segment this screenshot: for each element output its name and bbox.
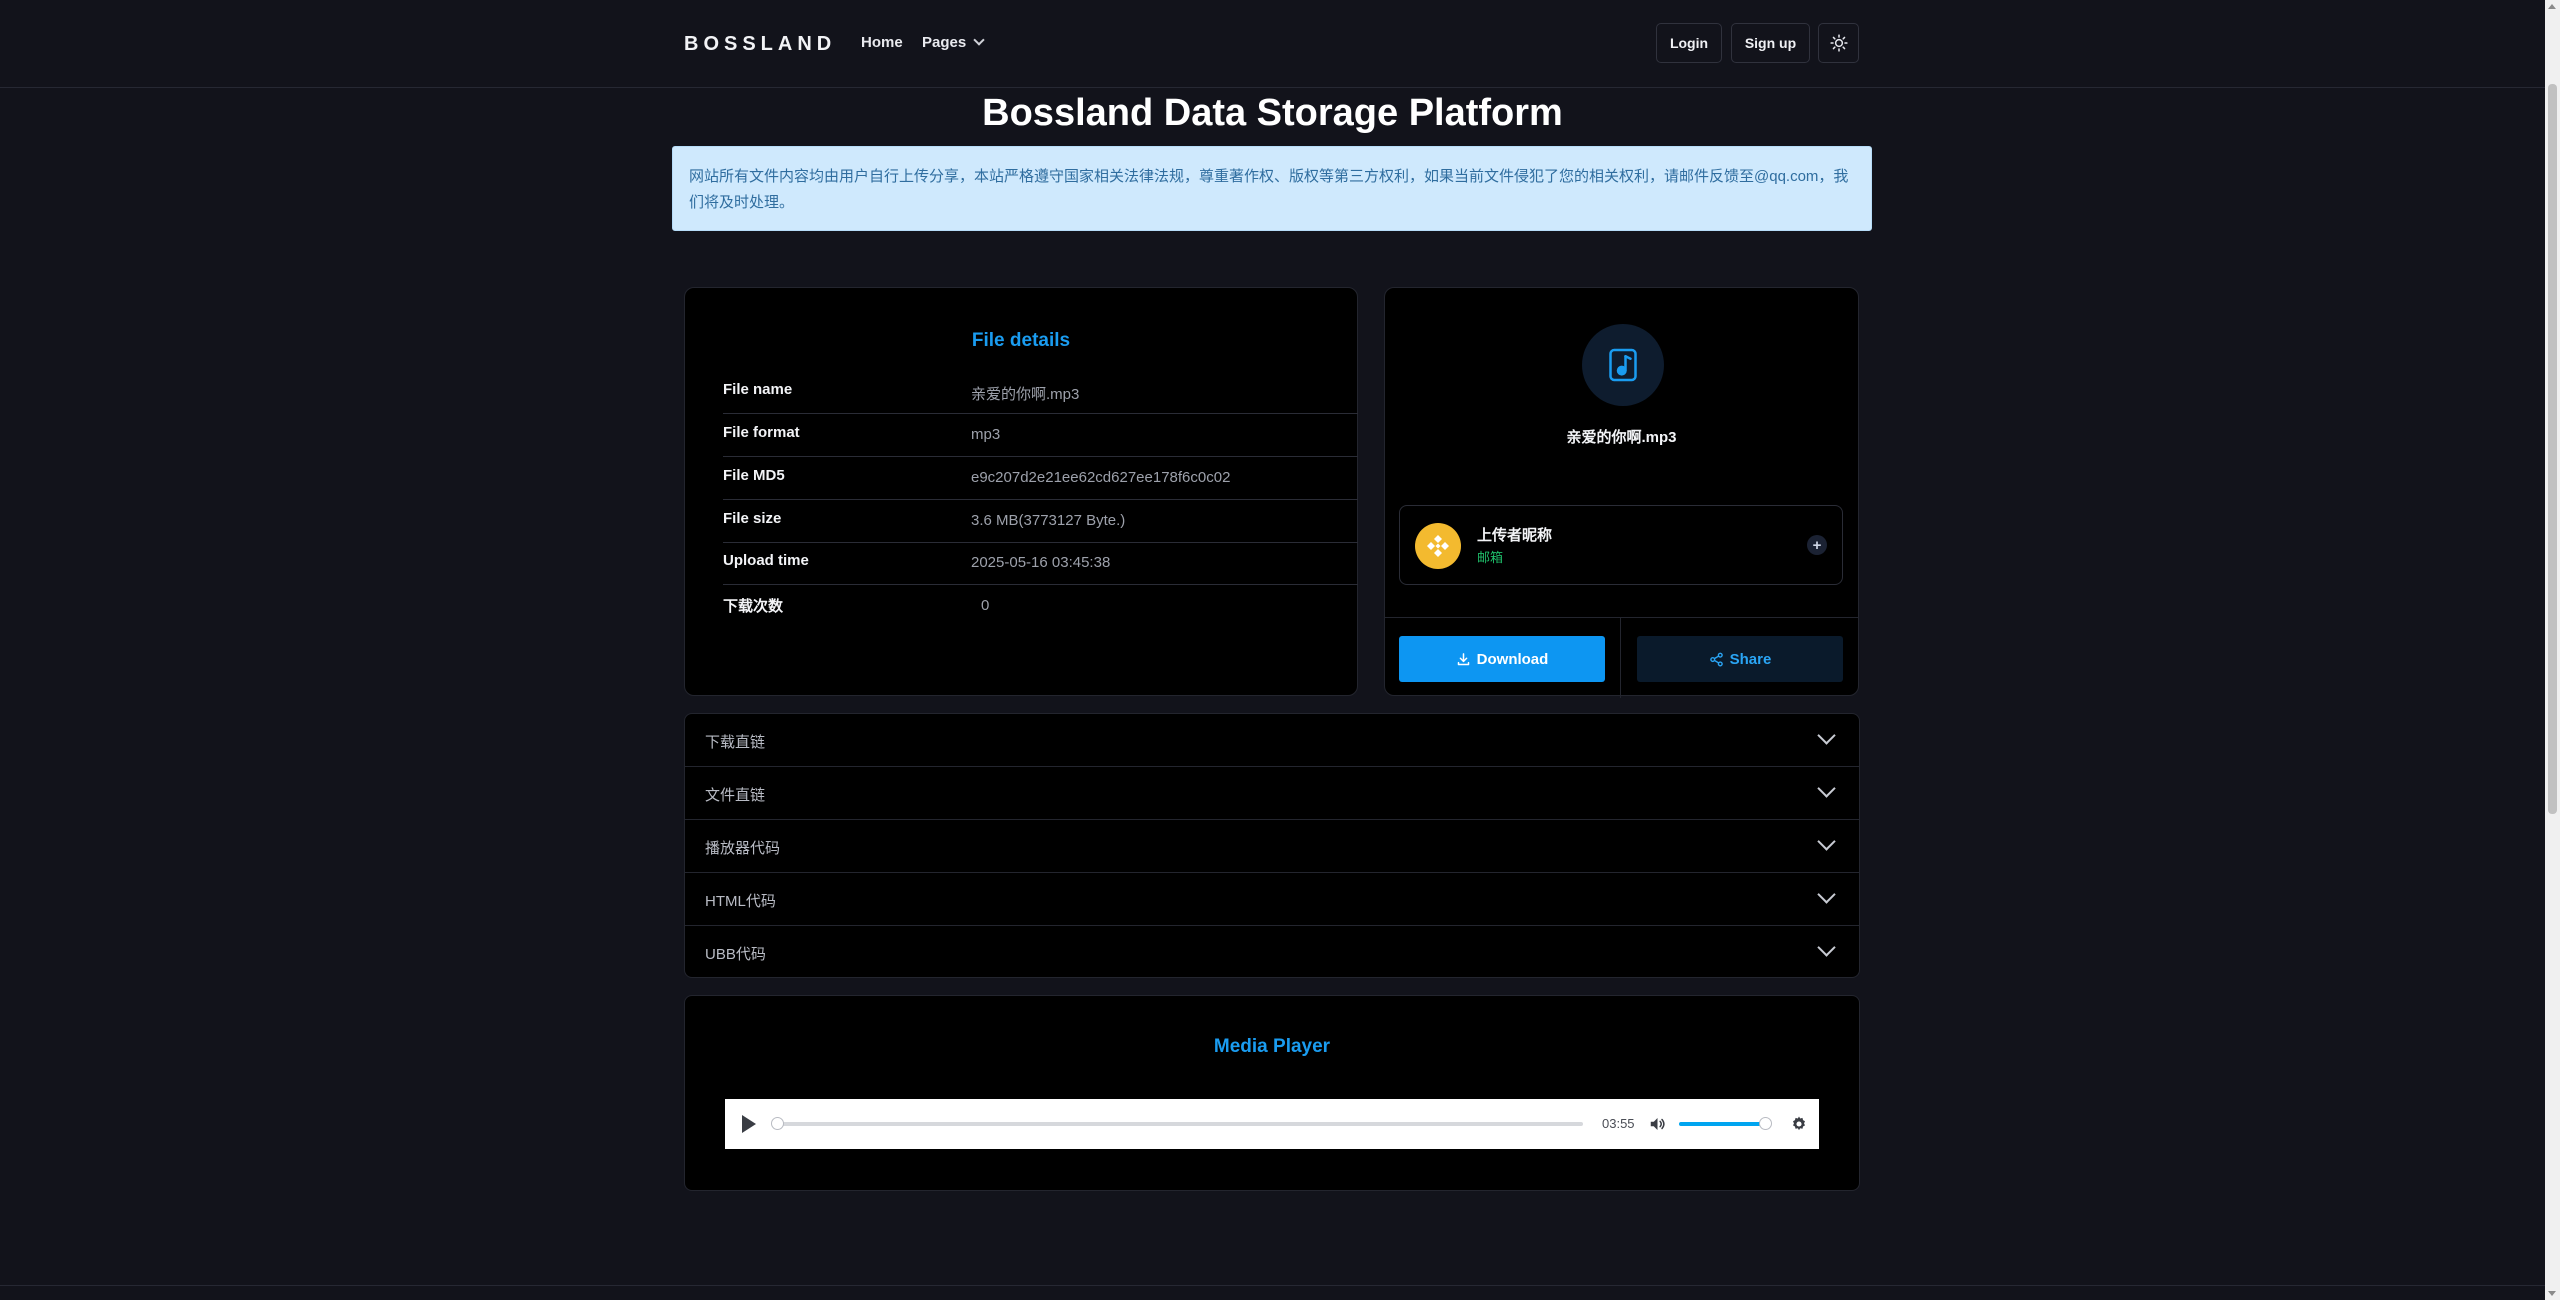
login-button[interactable]: Login [1656,23,1722,63]
file-name-heading: 亲爱的你啊.mp3 [1566,429,1677,446]
navbar: BOSSLAND Home Pages Login Sign up [0,0,2545,88]
signup-button[interactable]: Sign up [1731,23,1810,63]
detail-value: 2025-05-16 03:45:38 [971,554,1111,571]
detail-label: File size [723,510,782,527]
nav-pages-label: Pages [922,34,967,51]
file-details-title: File details [971,330,1071,351]
accordion-item-ubb-code[interactable]: UBB代码 [685,926,1859,977]
chevron-down-icon [1817,832,1836,851]
avatar[interactable] [1415,523,1461,569]
detail-row-file-size: File size 3.6 MB(3773127 Byte.) [723,500,1358,543]
scroll-up-icon[interactable] [2548,4,2556,9]
detail-value: 3.6 MB(3773127 Byte.) [971,512,1126,529]
download-icon [1457,652,1469,665]
share-icon [1709,652,1723,666]
accordion-item-player-code[interactable]: 播放器代码 [685,820,1859,873]
share-button[interactable]: Share [1637,636,1843,682]
binance-logo-icon [1427,535,1449,557]
chevron-down-icon [1817,726,1836,745]
play-icon[interactable] [742,1115,756,1133]
accordion-item-html-code[interactable]: HTML代码 [685,873,1859,926]
detail-value: 亲爱的你啊.mp3 [971,386,1080,403]
accordion-label: UBB代码 [705,946,766,963]
scrollbar-thumb[interactable] [2548,84,2557,814]
chevron-down-icon [1817,938,1836,957]
footer-divider [0,1285,2545,1286]
media-player-card: Media Player 03:55 [684,995,1860,1191]
sun-icon [1829,34,1848,52]
detail-label: 下载次数 [723,598,784,615]
volume-icon[interactable] [1648,1115,1667,1133]
music-file-icon [1609,348,1637,382]
detail-row-file-format: File format mp3 [723,414,1358,457]
detail-value: 0 [981,597,990,614]
accordion-item-download-link[interactable]: 下载直链 [685,714,1859,767]
media-player-title: Media Player [1213,1036,1331,1057]
volume-knob[interactable] [1759,1117,1772,1130]
download-label: Download [1476,650,1549,668]
action-divider [1620,618,1621,698]
file-details-card: File details File name 亲爱的你啊.mp3 File fo… [684,287,1358,696]
detail-label: File format [723,424,800,441]
accordion-label: 播放器代码 [705,840,781,857]
detail-value: e9c207d2e21ee62cd627ee178f6c0c02 [971,469,1231,486]
nav-home-link[interactable]: Home [861,34,903,51]
file-summary-card: 亲爱的你啊.mp3 上传者昵称 邮箱 + Download Share [1384,287,1859,698]
brand-logo[interactable]: BOSSLAND [684,33,836,56]
download-button[interactable]: Download [1399,636,1605,682]
detail-label: File name [723,381,793,398]
detail-row-file-md5: File MD5 e9c207d2e21ee62cd627ee178f6c0c0… [723,457,1358,500]
detail-label: File MD5 [723,467,785,484]
accordion-label: 文件直链 [705,787,766,804]
detail-value: mp3 [971,426,1001,443]
uploader-card: 上传者昵称 邮箱 + [1399,505,1843,585]
share-label: Share [1729,650,1772,668]
nav-pages-dropdown[interactable]: Pages [922,34,985,51]
theme-toggle-button[interactable] [1818,23,1859,63]
detail-label: Upload time [723,552,809,569]
duration-time: 03:55 [1602,1116,1635,1131]
uploader-email: 邮箱 [1477,550,1504,565]
accordion-label: HTML代码 [705,893,776,910]
follow-button[interactable]: + [1807,535,1827,555]
detail-row-file-name: File name 亲爱的你啊.mp3 [723,371,1358,414]
accordion-label: 下载直链 [705,734,766,751]
progress-knob[interactable] [771,1117,784,1130]
action-bar: Download Share [1385,617,1858,698]
audio-player: 03:55 [725,1099,1819,1149]
page-scrollbar[interactable] [2545,0,2560,1300]
link-accordion: 下载直链 文件直链 播放器代码 HTML代码 UBB代码 [684,713,1860,978]
detail-row-download-count: 下载次数 0 [723,585,1358,628]
chevron-down-icon [1817,885,1836,904]
scroll-down-icon[interactable] [2548,1291,2556,1296]
volume-slider[interactable] [1679,1122,1769,1126]
chevron-down-icon [1817,779,1836,798]
page-title: Bossland Data Storage Platform [982,92,1563,134]
chevron-down-icon [973,34,985,46]
uploader-name[interactable]: 上传者昵称 [1477,524,1552,545]
detail-row-upload-time: Upload time 2025-05-16 03:45:38 [723,542,1358,585]
file-icon-badge [1582,324,1664,406]
settings-gear-icon[interactable] [1790,1115,1808,1133]
progress-slider[interactable] [775,1122,1583,1126]
accordion-item-file-link[interactable]: 文件直链 [685,767,1859,820]
copyright-notice: 网站所有文件内容均由用户自行上传分享，本站严格遵守国家相关法律法规，尊重著作权、… [672,146,1872,231]
